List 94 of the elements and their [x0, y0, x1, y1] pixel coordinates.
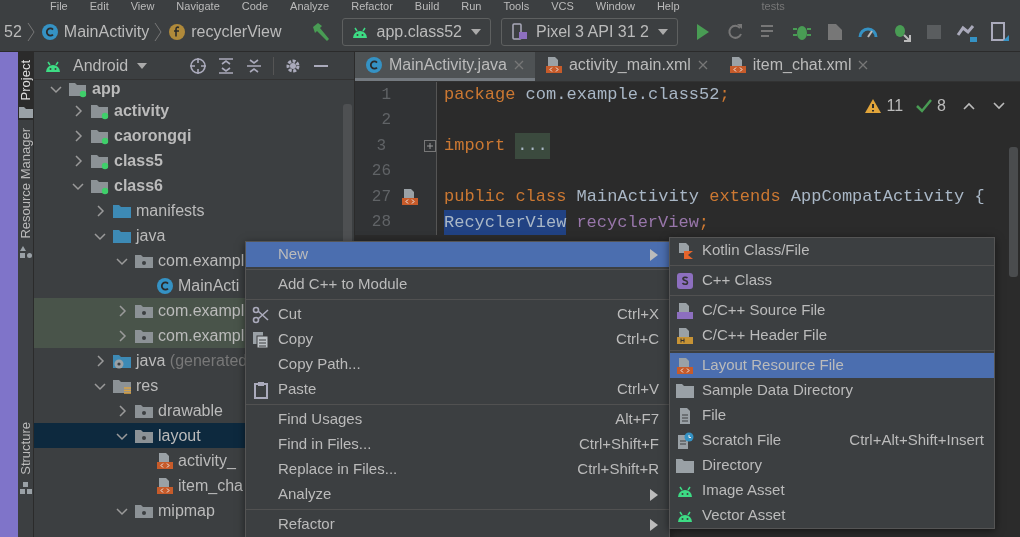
class-icon — [156, 276, 174, 295]
folder-icon — [68, 80, 88, 98]
copy-icon — [252, 330, 270, 349]
scratch-file-icon — [676, 431, 694, 450]
menu-item[interactable]: C/C++ Source File — [670, 298, 994, 323]
menu-item[interactable]: Sample Data Directory — [670, 378, 994, 403]
menu-item[interactable]: Window — [595, 0, 635, 12]
menu-item[interactable]: Build — [414, 0, 440, 12]
menu-item[interactable]: Copy Path... — [246, 352, 669, 377]
menu-item[interactable]: Cut Ctrl+X — [246, 302, 669, 327]
tree-item[interactable]: class6 — [34, 173, 354, 198]
scissors-icon — [252, 305, 270, 324]
sdk-manager-icon[interactable] — [988, 20, 1011, 43]
close-icon — [512, 59, 525, 71]
menu-item[interactable]: Add C++ to Module — [246, 272, 669, 297]
menu-item[interactable]: Navigate — [176, 0, 220, 12]
menu-item[interactable]: Scratch File Ctrl+Alt+Shift+Insert — [670, 428, 994, 453]
header-file-icon — [676, 326, 694, 345]
fold-icon[interactable] — [424, 139, 436, 152]
menu-item[interactable]: Tools — [503, 0, 530, 12]
code-line: package com.example.class52; — [443, 84, 730, 106]
tree-item[interactable]: class5 — [34, 148, 354, 173]
field-icon — [168, 22, 187, 41]
warning-icon — [864, 98, 883, 114]
clipboard-icon — [252, 380, 270, 399]
class-icon — [365, 56, 383, 74]
check-count[interactable]: 8 — [937, 94, 946, 118]
shapes-icon — [18, 245, 33, 260]
code-line: import ... — [437, 133, 550, 159]
menu-item[interactable]: File — [50, 0, 68, 12]
menu-item[interactable]: Paste Ctrl+V — [246, 377, 669, 402]
layout-file-icon — [676, 356, 694, 375]
tree-item[interactable]: manifests — [34, 198, 354, 223]
window-title: tests — [761, 0, 785, 12]
editor-tab[interactable]: item_chat.xml — [718, 52, 880, 81]
menu-item[interactable]: C++ Class — [670, 268, 994, 293]
scrollbar[interactable] — [1009, 147, 1018, 277]
warning-count[interactable]: 11 — [886, 94, 904, 118]
folder-icon — [18, 106, 33, 119]
tree-item[interactable]: app — [34, 80, 354, 98]
menu-item[interactable]: Directory — [670, 453, 994, 478]
layout-file-icon — [156, 451, 174, 470]
layout-file-icon — [401, 187, 419, 206]
breadcrumb-link[interactable]: recyclerView — [191, 19, 282, 44]
folder-icon — [675, 382, 695, 399]
layout-file-icon — [544, 56, 563, 74]
tool-window-tab[interactable]: Resource Manager — [17, 120, 34, 262]
menu-item[interactable]: Code — [241, 0, 269, 12]
run-config-dropdown[interactable]: app.class52 — [341, 17, 491, 46]
caret-down-icon — [656, 27, 669, 36]
phone-icon — [509, 22, 528, 41]
tree-item[interactable]: activity — [34, 98, 354, 123]
menu-item[interactable]: Vector Asset — [670, 503, 994, 528]
caret-down-icon — [469, 27, 482, 36]
kotlin-file-icon — [676, 241, 694, 260]
menu-item[interactable]: Kotlin Class/File — [670, 238, 994, 263]
editor-tab[interactable]: MainActivity.java — [355, 52, 535, 81]
collapse-all-icon[interactable] — [245, 56, 264, 75]
device-dropdown[interactable]: Pixel 3 API 31 2 — [500, 17, 678, 46]
structure-icon — [18, 481, 33, 495]
close-icon — [857, 59, 870, 71]
layout-file-icon — [728, 56, 747, 74]
folder-icon — [675, 457, 695, 474]
caret-down-icon — [136, 61, 149, 70]
menu-item[interactable]: View — [130, 0, 155, 12]
menu-item[interactable]: VCS — [551, 0, 574, 12]
menu-item[interactable]: Edit — [89, 0, 109, 12]
menu-item[interactable]: File — [670, 403, 994, 428]
source-file-icon — [676, 301, 694, 320]
class-icon — [40, 22, 59, 41]
menu-item[interactable]: Refactor — [246, 512, 669, 537]
tree-item[interactable]: caorongqi — [34, 123, 354, 148]
menu-item[interactable]: Analyze — [246, 482, 669, 507]
code-line: public class MainActivity extends AppCompatActivity { — [443, 186, 985, 208]
menu-item[interactable]: Replace in Files... Ctrl+Shift+R — [246, 457, 669, 482]
menu-item[interactable]: Image Asset — [670, 478, 994, 503]
chevron-right-icon — [25, 21, 36, 42]
menu-item[interactable]: C/C++ Header File — [670, 323, 994, 348]
view-dropdown[interactable]: Android — [72, 52, 150, 79]
menu-item[interactable]: Help — [656, 0, 680, 12]
menu-item[interactable]: Refactor — [351, 0, 393, 12]
menu-item[interactable]: Run — [461, 0, 482, 12]
check-icon — [915, 98, 934, 114]
menu-item[interactable]: Analyze — [290, 0, 330, 12]
expand-all-icon[interactable] — [217, 56, 236, 75]
breadcrumb-link[interactable]: 52 — [4, 19, 22, 44]
layout-file-icon — [156, 476, 174, 495]
breadcrumb-link[interactable]: MainActivity — [63, 19, 150, 44]
class-icon — [676, 271, 694, 290]
chevron-right-icon — [153, 21, 164, 42]
locate-icon[interactable] — [189, 56, 208, 75]
editor-tab[interactable]: activity_main.xml — [534, 52, 719, 81]
tool-window-tab[interactable]: Structure — [17, 414, 34, 497]
close-icon — [696, 59, 709, 71]
